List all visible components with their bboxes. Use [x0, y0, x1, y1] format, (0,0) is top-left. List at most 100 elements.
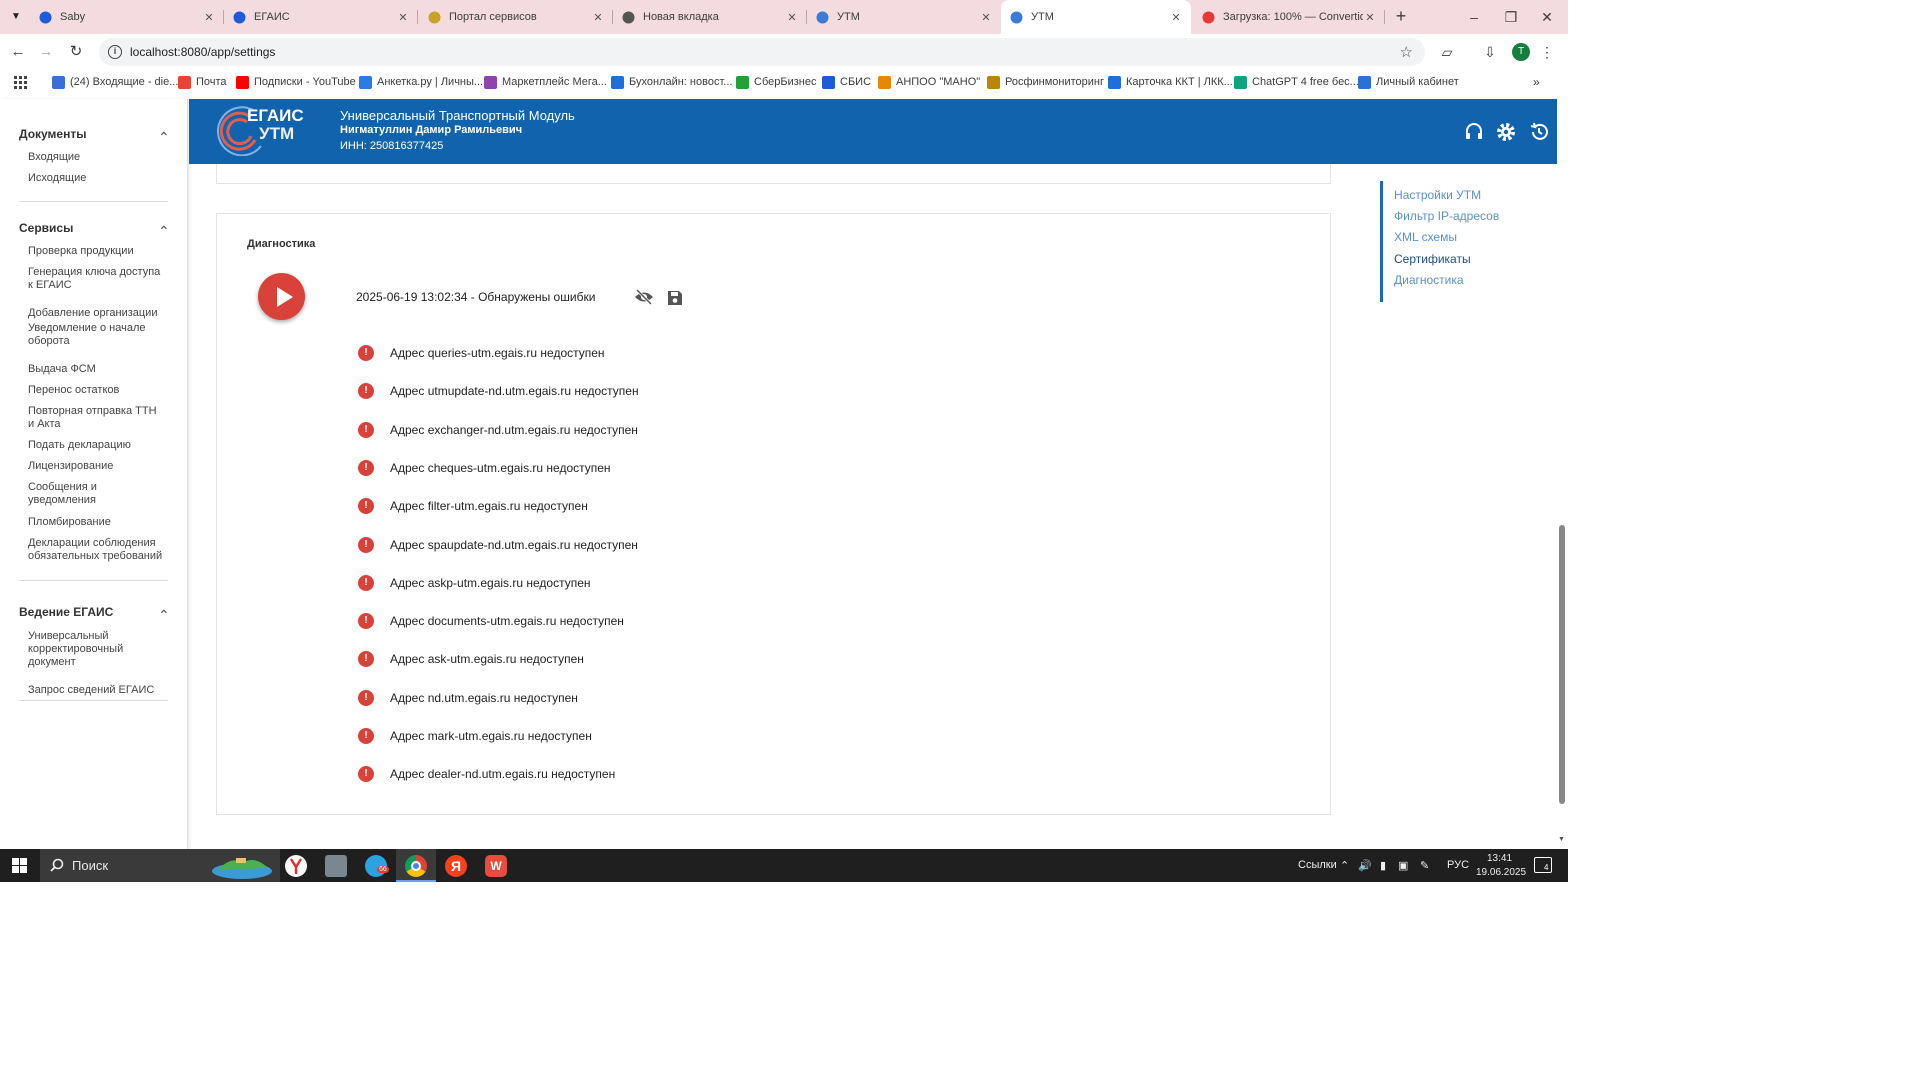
tab-4[interactable]: Новая вкладка ✕ — [613, 0, 807, 34]
file-explorer-icon[interactable] — [325, 855, 347, 877]
sidebar-section-2-title[interactable]: Сервисы — [19, 221, 73, 235]
tray-date[interactable]: 19.06.2025 — [1476, 867, 1526, 878]
reload-button[interactable]: ↻ — [67, 43, 85, 61]
wps-office-icon[interactable]: W — [485, 855, 507, 877]
tray-links-label[interactable]: Ссылки — [1298, 859, 1337, 871]
tab-6[interactable]: УТМ ✕ — [1001, 0, 1191, 34]
tab-5[interactable]: УТМ ✕ — [807, 0, 1001, 34]
bookmark-12[interactable]: ChatGPT 4 free бес... — [1234, 74, 1359, 90]
extensions-icon[interactable]: ▱ — [1438, 43, 1456, 61]
bookmark-4[interactable]: Анкетка.ру | Личны... — [359, 74, 483, 90]
bookmark-11[interactable]: Карточка ККТ | ЛКК... — [1108, 74, 1233, 90]
tab-close-icon[interactable]: ✕ — [396, 11, 410, 24]
bookmark-star-icon[interactable]: ☆ — [1400, 43, 1413, 61]
chrome-active-taskbar-button[interactable] — [396, 849, 436, 882]
sidebar-item[interactable]: Декларации соблюдения обязательных требо… — [28, 537, 163, 563]
new-tab-button[interactable]: + — [1392, 7, 1410, 25]
tray-volume-icon[interactable]: 🔊 — [1358, 859, 1372, 872]
bookmark-1[interactable]: (24) Входящие - die... — [52, 74, 178, 90]
yandex-icon[interactable]: Я — [445, 855, 467, 877]
notifications-icon[interactable]: 4 — [1534, 857, 1552, 873]
minimize-button[interactable]: – — [1465, 8, 1483, 26]
tray-network-icon[interactable]: ▣ — [1398, 859, 1408, 872]
menu-kebab-icon[interactable]: ⋮ — [1538, 43, 1556, 61]
bookmark-10[interactable]: Росфинмониторинг — [987, 74, 1104, 90]
chevron-up-icon[interactable]: ⌃ — [158, 223, 170, 240]
tray-chevron-up-icon[interactable]: ⌃ — [1340, 859, 1349, 872]
bookmark-label: Маркетплейс Мега... — [502, 76, 607, 88]
sidebar-section-3-title[interactable]: Ведение ЕГАИС — [19, 605, 113, 619]
tray-language[interactable]: РУС — [1447, 859, 1469, 871]
bookmark-3[interactable]: Подписки - YouTube — [236, 74, 356, 90]
tab-close-icon[interactable]: ✕ — [591, 11, 605, 24]
tab-1[interactable]: Saby ✕ — [30, 0, 224, 34]
right-nav-link-3[interactable]: XML схемы — [1394, 230, 1457, 244]
tray-time[interactable]: 13:41 — [1487, 853, 1512, 864]
history-icon[interactable] — [1528, 121, 1550, 143]
tab-7[interactable]: Загрузка: 100% — Convertio ✕ — [1193, 0, 1385, 34]
bookmark-9[interactable]: АНПОО "МАНО" — [878, 74, 980, 90]
yandex-browser-icon[interactable] — [285, 855, 307, 877]
scrollbar-thumb[interactable] — [1559, 525, 1565, 804]
tray-battery-icon[interactable]: ▮ — [1380, 859, 1386, 872]
hide-details-eye-icon[interactable] — [634, 289, 654, 305]
tab-close-icon[interactable]: ✕ — [785, 11, 799, 24]
bookmark-5[interactable]: Маркетплейс Мега... — [484, 74, 607, 90]
sidebar-item[interactable]: Генерация ключа доступа к ЕГАИС — [28, 266, 163, 292]
sidebar-item[interactable]: Запрос сведений ЕГАИС — [28, 684, 163, 697]
tab-close-icon[interactable]: ✕ — [202, 11, 216, 24]
bookmark-13[interactable]: Личный кабинет — [1358, 74, 1459, 90]
bookmark-8[interactable]: СБИС — [822, 74, 871, 90]
apps-grid-icon[interactable] — [14, 74, 27, 90]
address-bar[interactable]: i localhost:8080/app/settings ☆ — [99, 38, 1425, 66]
sidebar-item[interactable]: Повторная отправка ТТН и Акта — [28, 405, 163, 431]
sidebar-item[interactable]: Пломбирование — [28, 516, 163, 529]
tab-3[interactable]: Портал сервисов ✕ — [419, 0, 613, 34]
support-headset-icon[interactable] — [1463, 121, 1485, 143]
settings-gear-icon[interactable] — [1495, 121, 1517, 143]
downloads-icon[interactable]: ⇩ — [1481, 43, 1499, 61]
sidebar-section-1-title[interactable]: Документы — [19, 127, 86, 141]
right-nav-link-2[interactable]: Фильтр IP-адресов — [1394, 209, 1499, 223]
tab-2[interactable]: ЕГАИС ✕ — [224, 0, 418, 34]
tray-pen-icon[interactable]: ✎ — [1420, 859, 1429, 872]
tab-close-icon[interactable]: ✕ — [1169, 11, 1183, 24]
bookmark-6[interactable]: Бухонлайн: новост... — [611, 74, 732, 90]
bookmark-label: (24) Входящие - die... — [70, 76, 179, 88]
sidebar-item[interactable]: Исходящие — [28, 172, 163, 185]
right-nav-link-4[interactable]: Сертификаты — [1394, 252, 1471, 266]
sidebar-item[interactable]: Подать декларацию — [28, 439, 163, 452]
sidebar-item[interactable]: Уведомление о начале оборота — [28, 322, 163, 348]
bookmark-7[interactable]: СберБизнес — [736, 74, 816, 90]
close-window-button[interactable]: ✕ — [1538, 8, 1556, 26]
telegram-icon[interactable]: 66 — [365, 855, 389, 877]
right-nav-link-5[interactable]: Диагностика — [1394, 273, 1464, 287]
scroll-down-arrow-icon[interactable]: ▼ — [1558, 836, 1565, 843]
tab-search-dropdown-icon[interactable]: ▼ — [7, 9, 25, 25]
chevron-up-icon[interactable]: ⌃ — [158, 129, 170, 146]
sidebar-item[interactable]: Сообщения и уведомления — [28, 481, 163, 507]
profile-avatar[interactable]: T — [1512, 43, 1530, 61]
save-floppy-icon[interactable] — [667, 290, 683, 306]
more-bookmarks-icon[interactable]: » — [1533, 74, 1540, 90]
chevron-up-icon[interactable]: ⌃ — [158, 607, 170, 624]
windows-start-icon[interactable] — [12, 858, 27, 873]
url-text[interactable]: localhost:8080/app/settings — [130, 45, 275, 59]
back-button[interactable]: ← — [9, 43, 27, 61]
site-info-icon[interactable]: i — [108, 45, 122, 59]
sidebar-item[interactable]: Добавление организации — [28, 307, 163, 320]
forward-button[interactable]: → — [37, 43, 55, 61]
sidebar-item[interactable]: Лицензирование — [28, 460, 163, 473]
taskbar-search[interactable]: Поиск — [40, 849, 280, 882]
restore-button[interactable]: ❐ — [1502, 8, 1520, 26]
run-diagnostics-button[interactable] — [258, 273, 305, 320]
sidebar-item[interactable]: Перенос остатков — [28, 384, 163, 397]
sidebar-item[interactable]: Проверка продукции — [28, 245, 163, 258]
right-nav-link-1[interactable]: Настройки УТМ — [1394, 188, 1481, 202]
tab-close-icon[interactable]: ✕ — [979, 11, 993, 24]
bookmark-2[interactable]: Почта — [178, 74, 227, 90]
sidebar-item[interactable]: Универсальный корректировочный документ — [28, 630, 163, 669]
tab-close-icon[interactable]: ✕ — [1363, 11, 1377, 24]
sidebar-item[interactable]: Выдача ФСМ — [28, 363, 163, 376]
sidebar-item[interactable]: Входящие — [28, 151, 163, 164]
